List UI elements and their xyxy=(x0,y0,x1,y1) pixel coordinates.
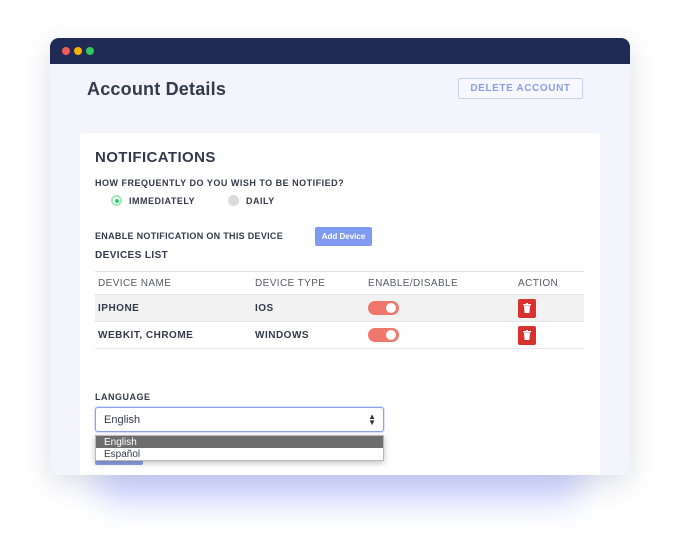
enable-toggle[interactable] xyxy=(368,328,399,342)
column-header-device-name: DEVICE NAME xyxy=(98,277,172,289)
action-cell xyxy=(518,295,536,321)
delete-device-button[interactable] xyxy=(518,298,536,318)
radio-unchecked-icon[interactable] xyxy=(228,195,239,206)
trash-icon xyxy=(523,330,531,340)
device-type-cell: IOS xyxy=(255,302,274,314)
language-label: LANGUAGE xyxy=(95,392,151,402)
trash-icon xyxy=(523,303,531,313)
language-dropdown: English Español xyxy=(95,435,384,461)
notifications-title: NOTIFICATIONS xyxy=(95,149,216,166)
toggle-cell xyxy=(368,295,399,321)
column-header-device-type: DEVICE TYPE xyxy=(255,277,326,289)
language-option-espanol[interactable]: Español xyxy=(96,448,383,460)
settings-card: NOTIFICATIONS HOW FREQUENTLY DO YOU WISH… xyxy=(80,133,600,475)
device-type-cell: WINDOWS xyxy=(255,329,310,341)
minimize-window-dot[interactable] xyxy=(74,47,82,55)
table-row: WEBKIT, CHROME WINDOWS xyxy=(95,322,584,349)
radio-checked-icon[interactable] xyxy=(111,195,122,206)
language-select-value: English xyxy=(104,413,141,426)
column-header-enable-disable: ENABLE/DISABLE xyxy=(368,277,459,289)
close-window-dot[interactable] xyxy=(62,47,70,55)
enable-toggle[interactable] xyxy=(368,301,399,315)
action-cell xyxy=(518,322,536,348)
radio-immediately[interactable]: IMMEDIATELY xyxy=(111,195,195,206)
up-down-chevron-icon: ▲ ▼ xyxy=(368,412,376,427)
delete-account-button[interactable]: DELETE ACCOUNT xyxy=(458,78,583,99)
frequency-question: HOW FREQUENTLY DO YOU WISH TO BE NOTIFIE… xyxy=(95,178,345,188)
device-name-cell: IPHONE xyxy=(98,302,140,314)
delete-device-button[interactable] xyxy=(518,325,536,345)
radio-daily[interactable]: DAILY xyxy=(228,195,275,206)
column-header-action: ACTION xyxy=(518,277,559,289)
device-name-cell: WEBKIT, CHROME xyxy=(98,329,194,341)
devices-table: DEVICE NAME DEVICE TYPE ENABLE/DISABLE A… xyxy=(95,271,584,349)
language-select[interactable]: English ▲ ▼ xyxy=(95,407,384,432)
language-option-english[interactable]: English xyxy=(96,436,383,448)
table-row: IPHONE IOS xyxy=(95,295,584,322)
maximize-window-dot[interactable] xyxy=(86,47,94,55)
page-title: Account Details xyxy=(87,79,227,99)
devices-list-title: DEVICES LIST xyxy=(95,250,169,261)
add-device-button[interactable]: Add Device xyxy=(315,227,372,246)
toggle-cell xyxy=(368,322,399,348)
radio-label-immediately: IMMEDIATELY xyxy=(129,195,196,206)
app-window: Account Details DELETE ACCOUNT NOTIFICAT… xyxy=(50,38,630,475)
title-bar xyxy=(50,38,630,64)
radio-label-daily: DAILY xyxy=(246,195,275,206)
table-header: DEVICE NAME DEVICE TYPE ENABLE/DISABLE A… xyxy=(95,272,584,295)
enable-notification-label: ENABLE NOTIFICATION ON THIS DEVICE xyxy=(95,231,284,241)
